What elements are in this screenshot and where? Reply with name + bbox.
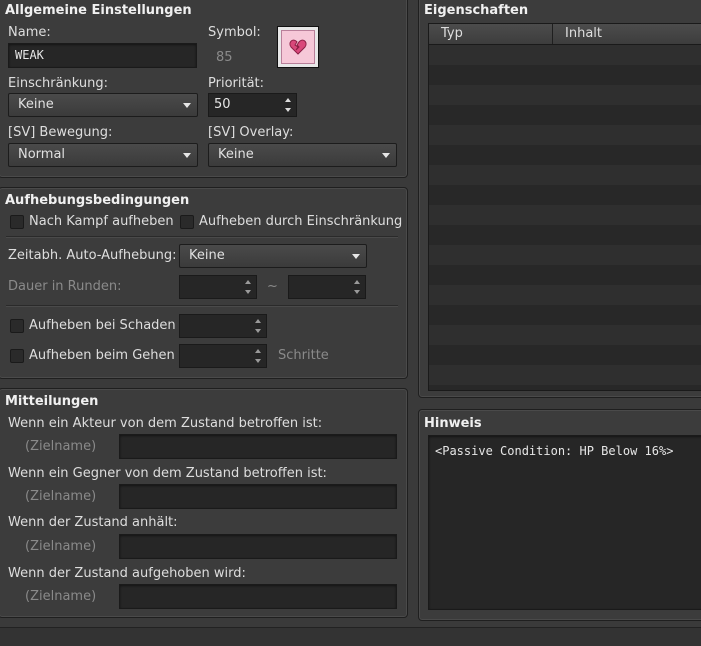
- note-title: Hinweis: [424, 416, 482, 431]
- priority-value: 50: [214, 97, 231, 112]
- actor-target-placeholder: (Zielname): [25, 439, 97, 454]
- enemy-message-input[interactable]: [119, 484, 397, 509]
- chevron-down-icon: [183, 153, 191, 158]
- spin-up-icon[interactable]: [285, 98, 291, 102]
- remove-by-walking-label[interactable]: Aufheben beim Gehen: [29, 348, 175, 363]
- actor-message-input[interactable]: [119, 434, 397, 459]
- actor-message-label: Wenn ein Akteur von dem Zustand betroffe…: [8, 416, 323, 431]
- chevron-down-icon: [382, 153, 390, 158]
- duration-min-spinbox[interactable]: [179, 275, 257, 299]
- duration-label: Dauer in Runden:: [8, 279, 122, 294]
- enemy-message-label: Wenn ein Gegner von dem Zustand betroffe…: [8, 466, 327, 481]
- persist-message-input[interactable]: [119, 534, 397, 559]
- spin-up-icon[interactable]: [245, 280, 251, 284]
- column-header-content[interactable]: Inhalt: [565, 26, 602, 41]
- sv-overlay-value: Keine: [218, 147, 254, 162]
- bottom-bar: [0, 627, 701, 646]
- name-label: Name:: [8, 25, 51, 40]
- spin-down-icon[interactable]: [354, 290, 360, 294]
- sv-motion-label: [SV] Bewegung:: [8, 125, 113, 140]
- column-divider: [552, 24, 553, 44]
- priority-spinbox[interactable]: 50: [208, 93, 297, 117]
- traits-title: Eigenschaften: [424, 3, 529, 18]
- persist-target-placeholder: (Zielname): [25, 539, 97, 554]
- chevron-down-icon: [352, 254, 360, 259]
- sv-motion-select[interactable]: Normal: [8, 143, 198, 167]
- removed-message-input[interactable]: [119, 584, 397, 609]
- broken-heart-icon: [289, 39, 307, 55]
- remove-by-damage-label[interactable]: Aufheben bei Schaden: [29, 318, 176, 333]
- spin-down-icon[interactable]: [255, 359, 261, 363]
- sv-overlay-select[interactable]: Keine: [208, 143, 397, 167]
- restriction-value: Keine: [18, 97, 54, 112]
- removal-conditions-title: Aufhebungsbedingungen: [5, 193, 190, 208]
- messages-title: Mitteilungen: [5, 394, 99, 409]
- sv-overlay-label: [SV] Overlay:: [208, 125, 294, 140]
- remove-by-walking-checkbox[interactable]: [10, 349, 24, 363]
- column-header-type[interactable]: Typ: [441, 26, 463, 41]
- divider: [6, 305, 398, 307]
- remove-by-damage-checkbox[interactable]: [10, 319, 24, 333]
- restriction-select[interactable]: Keine: [8, 93, 198, 117]
- note-textarea[interactable]: <Passive Condition: HP Below 16%>: [428, 435, 701, 610]
- spin-down-icon[interactable]: [255, 329, 261, 333]
- steps-label: Schritte: [278, 348, 329, 363]
- note-text: <Passive Condition: HP Below 16%>: [435, 444, 674, 458]
- symbol-index: 85: [216, 50, 233, 65]
- symbol-label: Symbol:: [208, 25, 261, 40]
- auto-removal-value: Keine: [189, 248, 225, 263]
- auto-removal-select[interactable]: Keine: [179, 244, 367, 268]
- restriction-label: Einschränkung:: [8, 76, 109, 91]
- duration-separator: ~: [267, 279, 278, 294]
- traits-table[interactable]: Typ Inhalt: [428, 23, 701, 391]
- walking-spinbox[interactable]: [179, 344, 267, 368]
- name-input[interactable]: WEAK: [8, 43, 197, 68]
- priority-label: Priorität:: [208, 76, 265, 91]
- table-header: Typ Inhalt: [429, 24, 701, 45]
- remove-by-restriction-label[interactable]: Aufheben durch Einschränkung: [199, 214, 402, 229]
- spin-up-icon[interactable]: [255, 349, 261, 353]
- sv-motion-value: Normal: [18, 147, 66, 162]
- spin-down-icon[interactable]: [245, 290, 251, 294]
- general-settings-title: Allgemeine Einstellungen: [5, 3, 192, 18]
- duration-max-spinbox[interactable]: [288, 275, 366, 299]
- remove-after-battle-label[interactable]: Nach Kampf aufheben: [29, 214, 174, 229]
- spin-down-icon[interactable]: [285, 108, 291, 112]
- enemy-target-placeholder: (Zielname): [25, 489, 97, 504]
- spin-up-icon[interactable]: [255, 319, 261, 323]
- remove-after-battle-checkbox[interactable]: [10, 215, 24, 229]
- chevron-down-icon: [183, 103, 191, 108]
- removed-message-label: Wenn der Zustand aufgehoben wird:: [8, 566, 246, 581]
- auto-removal-label: Zeitabh. Auto-Aufhebung:: [8, 248, 177, 263]
- damage-spinbox[interactable]: [179, 314, 267, 338]
- removed-target-placeholder: (Zielname): [25, 589, 97, 604]
- spin-up-icon[interactable]: [354, 280, 360, 284]
- name-value: WEAK: [15, 48, 44, 62]
- symbol-button[interactable]: [277, 26, 319, 68]
- divider: [6, 236, 398, 238]
- table-body: [429, 45, 701, 390]
- remove-by-restriction-checkbox[interactable]: [180, 215, 194, 229]
- persist-message-label: Wenn der Zustand anhält:: [8, 515, 178, 530]
